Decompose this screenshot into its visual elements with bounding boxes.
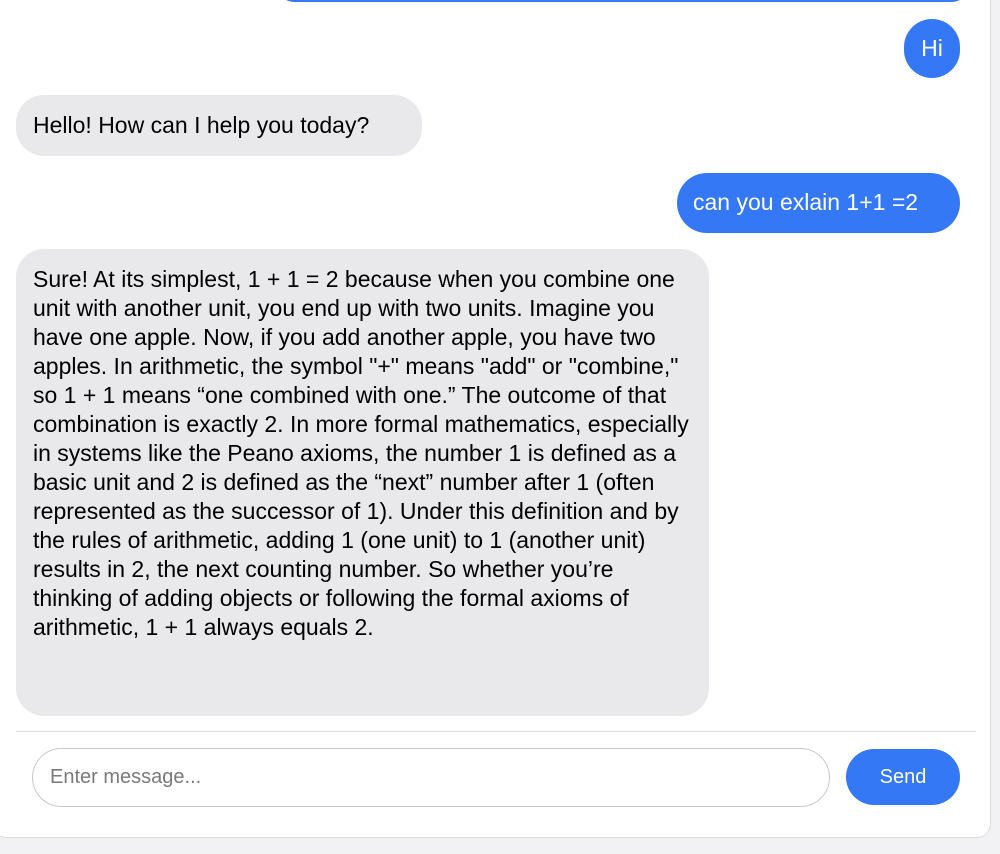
assistant-message: Sure! At its simplest, 1 + 1 = 2 because… <box>16 249 709 716</box>
user-message: can you exlain 1+1 =2 <box>677 173 960 233</box>
assistant-message: Hello! How can I help you today? <box>16 95 422 156</box>
send-button[interactable]: Send <box>846 749 960 805</box>
user-message: Hi <box>904 19 960 78</box>
message-list[interactable]: Hi Hello! How can I help you today? can … <box>0 0 1000 730</box>
previous-message-bubble <box>278 0 968 2</box>
message-input[interactable] <box>32 748 830 807</box>
composer-divider <box>16 731 976 732</box>
